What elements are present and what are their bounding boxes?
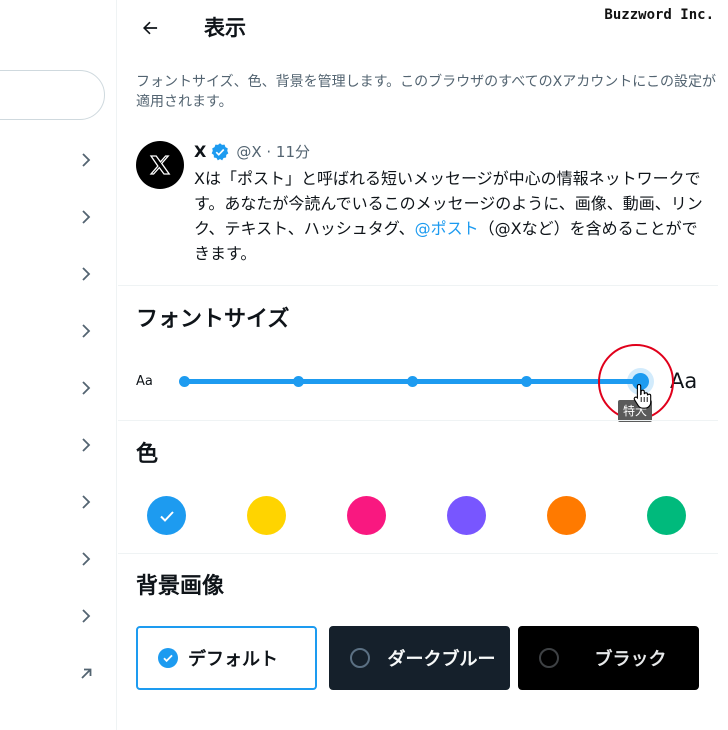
settings-nav-column [0, 0, 117, 730]
background-heading: 背景画像 [136, 574, 225, 599]
description-text: フォントサイズ、色、背景を管理します。このブラウザのすべてのXアカウントにこの設… [136, 74, 716, 110]
hand-pointer-cursor-icon [633, 383, 652, 409]
slider-step[interactable] [520, 376, 532, 387]
chevron-right-icon[interactable] [78, 435, 94, 455]
color-picker [147, 496, 687, 536]
post-author-name: X [194, 142, 207, 161]
color-swatch[interactable] [347, 496, 386, 535]
divider [118, 553, 718, 554]
slider-step[interactable] [406, 376, 418, 387]
color-swatch[interactable] [147, 496, 186, 535]
page-title: 表示 [204, 16, 246, 40]
radio-empty-icon [539, 648, 559, 668]
background-option-black[interactable]: ブラック [518, 626, 699, 690]
checkmark-icon [159, 510, 174, 522]
slider-step[interactable] [292, 376, 304, 387]
font-size-large-label: Aa [670, 369, 698, 393]
avatar [136, 141, 184, 189]
background-option-label: ブラック [594, 649, 667, 670]
chevron-right-icon[interactable] [78, 378, 94, 398]
divider [118, 420, 718, 421]
chevron-right-icon[interactable] [78, 264, 94, 284]
slider-step[interactable] [178, 376, 190, 387]
background-option-label: ダークブルー [387, 649, 496, 670]
color-swatch[interactable] [447, 496, 486, 535]
background-option-default[interactable]: デフォルト [136, 626, 317, 690]
divider [118, 285, 718, 286]
background-option-label: デフォルト [188, 649, 278, 670]
x-logo-icon [149, 155, 171, 175]
color-swatch[interactable] [647, 496, 686, 535]
post-mention-link[interactable]: @ポスト [415, 219, 479, 238]
color-heading: 色 [136, 442, 159, 467]
settings-search-input[interactable] [0, 70, 105, 120]
font-size-slider[interactable] [178, 370, 649, 394]
chevron-right-icon[interactable] [78, 321, 94, 341]
chevron-right-icon[interactable] [78, 150, 94, 170]
color-swatch[interactable] [247, 496, 286, 535]
display-settings-panel: 表示 Buzzword Inc. フォントサイズ、色、背景を管理します。このブラ… [118, 0, 718, 730]
post-handle-time: @X · 11分 [236, 143, 311, 161]
checkmark-radio-icon [158, 648, 178, 668]
background-option-dim[interactable]: ダークブルー [329, 626, 510, 690]
color-swatch[interactable] [547, 496, 586, 535]
arrow-left-icon [143, 21, 158, 35]
chevron-right-icon[interactable] [78, 549, 94, 569]
chevron-right-icon[interactable] [78, 492, 94, 512]
font-size-small-label: Aa [136, 374, 153, 389]
font-size-heading: フォントサイズ [136, 307, 290, 332]
back-button[interactable] [136, 14, 164, 42]
chevron-right-icon[interactable] [78, 207, 94, 227]
post-header: X @X · 11分 [194, 140, 310, 164]
external-link-arrow-icon[interactable] [78, 663, 94, 683]
brand-watermark: Buzzword Inc. [604, 7, 714, 23]
verified-badge-icon [212, 143, 229, 161]
post-text: Xは「ポスト」と呼ばれる短いメッセージが中心の情報ネットワークです。あなたが今読… [194, 166, 704, 266]
chevron-right-icon[interactable] [78, 606, 94, 626]
radio-empty-icon [350, 648, 370, 668]
